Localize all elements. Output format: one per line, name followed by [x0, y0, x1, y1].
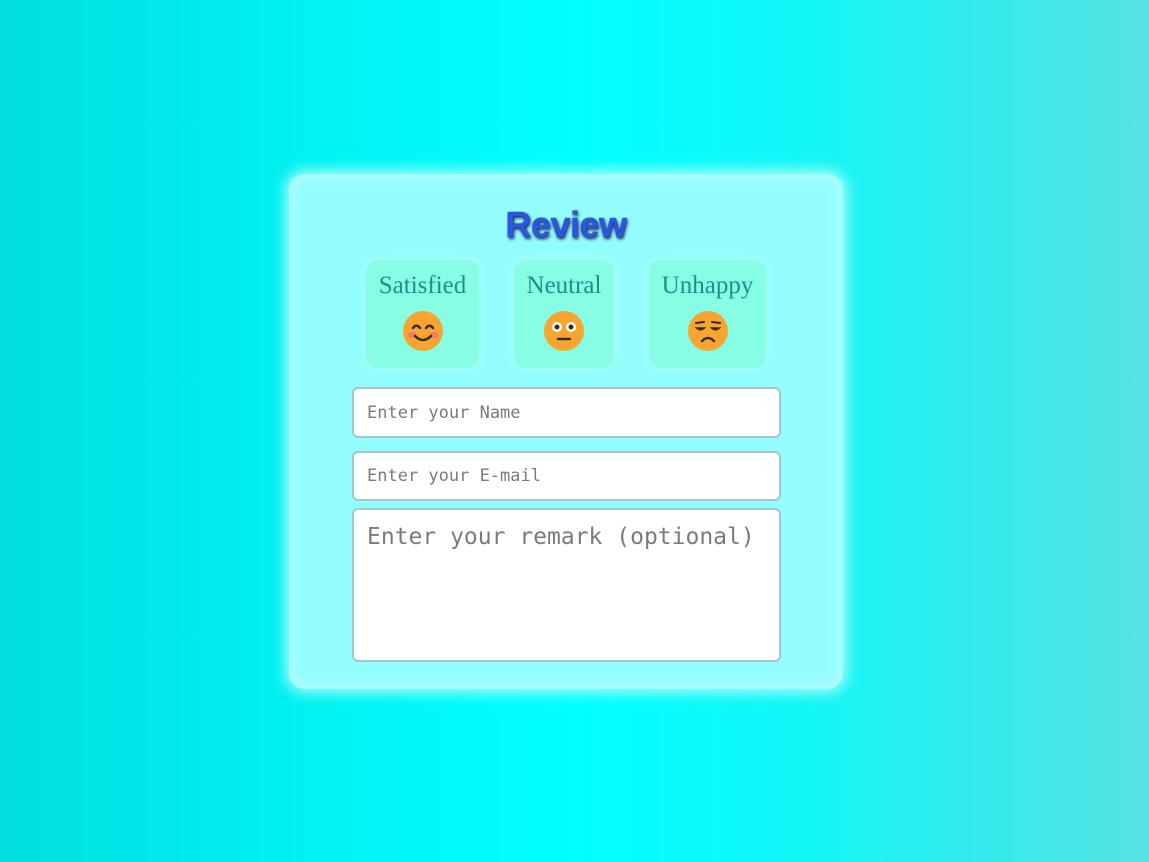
- mood-option-neutral[interactable]: Neutral: [514, 260, 614, 368]
- smiling-face-icon: [402, 311, 443, 351]
- mood-label-satisfied: Satisfied: [378, 272, 467, 299]
- mood-label-neutral: Neutral: [526, 272, 602, 299]
- mood-option-unhappy[interactable]: Unhappy: [649, 260, 766, 368]
- remark-textarea[interactable]: [352, 508, 781, 662]
- mood-option-satisfied[interactable]: Satisfied: [366, 260, 479, 368]
- neutral-face-icon: [544, 311, 584, 351]
- review-card: Review Satisfied Neutral Unhappy: [289, 174, 843, 689]
- email-input[interactable]: [352, 451, 781, 501]
- mood-label-unhappy: Unhappy: [661, 272, 754, 299]
- review-title: Review: [505, 204, 627, 245]
- unhappy-face-icon: [687, 311, 728, 351]
- name-input[interactable]: [352, 387, 781, 438]
